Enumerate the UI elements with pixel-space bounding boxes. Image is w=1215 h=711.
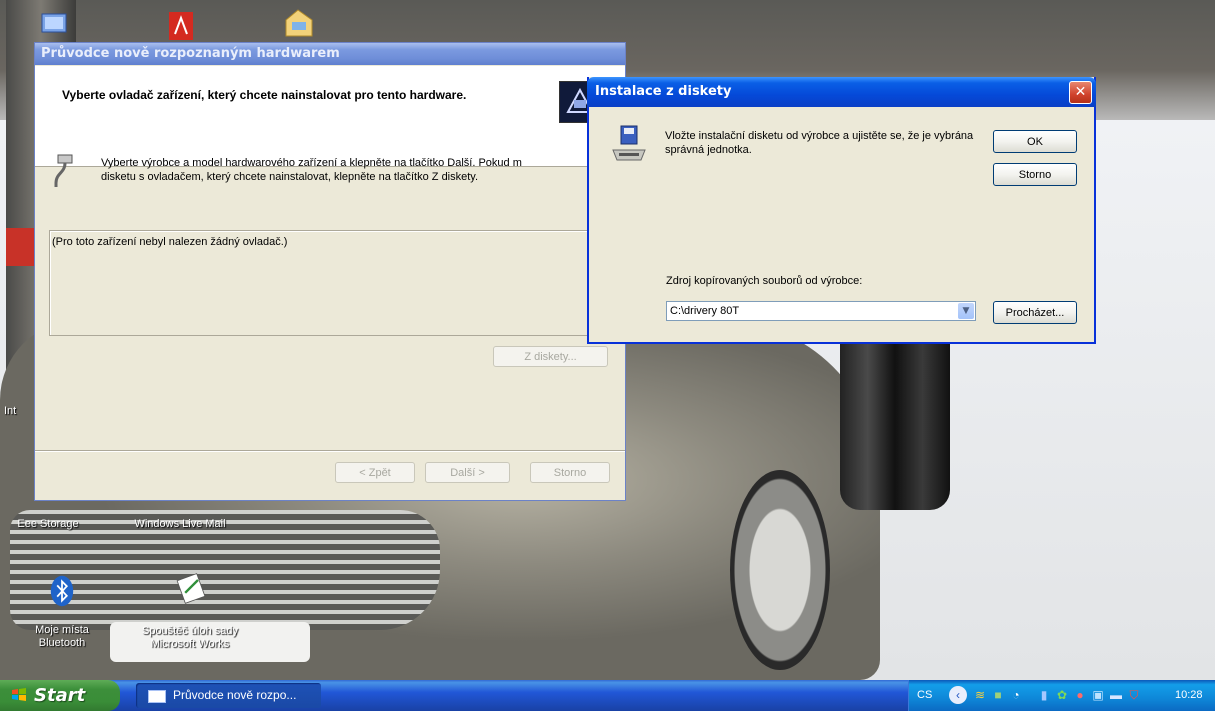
ok-button[interactable]: OK xyxy=(993,130,1077,153)
show-hidden-icons-button[interactable]: ‹ xyxy=(949,686,967,704)
task-launcher-icon xyxy=(176,573,206,604)
device-connector-icon xyxy=(54,154,73,187)
desktop-icon-acrobat[interactable] xyxy=(165,8,197,40)
wizard-description-line: disketu s ovladačem, který chcete nainst… xyxy=(101,171,479,183)
start-button[interactable]: Start xyxy=(0,680,120,711)
wizard-cancel-button[interactable]: Storno xyxy=(530,462,610,483)
next-button[interactable]: Další > xyxy=(425,462,510,483)
safely-remove-hardware-icon[interactable]: ■ xyxy=(991,688,1005,702)
car-wheel-image xyxy=(730,470,830,670)
taskbar-item-label: Průvodce nově rozpo... xyxy=(173,688,297,702)
install-instructions: Vložte instalační disketu od výrobce a u… xyxy=(665,130,974,156)
start-label: Start xyxy=(34,685,86,706)
desktop-icon-folder[interactable] xyxy=(282,6,316,40)
desktop-icon-label: Spouštěč úloh sady Microsoft Works xyxy=(141,625,238,650)
source-label: Zdroj kopírovaných souborů od výrobce: xyxy=(666,275,863,287)
battery-icon[interactable]: ▮ xyxy=(1037,688,1051,702)
source-path-combobox[interactable]: C:\drivery 80T ▼ xyxy=(666,301,976,321)
folder-icon xyxy=(285,9,313,37)
driver-list-message: (Pro toto zařízení nebyl nalezen žádný o… xyxy=(52,236,288,248)
desktop-icon-works-task-launcher[interactable]: Spouštěč úloh sady Microsoft Works xyxy=(135,572,245,651)
desktop-icon-label: Windows Live Mail xyxy=(134,518,226,530)
install-dialog-title: Instalace z diskety xyxy=(595,84,732,99)
taskbar-item-wizard[interactable]: Průvodce nově rozpo... xyxy=(136,683,321,708)
language-indicator[interactable]: CS xyxy=(917,689,932,701)
adobe-reader-icon xyxy=(169,12,193,40)
desktop-icon-bluetooth[interactable]: Moje místa Bluetooth xyxy=(18,575,106,650)
desktop-icon-label: Moje místa Bluetooth xyxy=(35,624,89,649)
wizard-header: Vyberte ovladač zařízení, který chcete n… xyxy=(35,66,625,167)
bluetooth-icon xyxy=(50,575,74,607)
taskbar: Start Průvodce nově rozpo... CS ‹ ≋ ■ ◔ … xyxy=(0,680,1215,711)
install-cancel-button[interactable]: Storno xyxy=(993,163,1077,186)
driver-list[interactable]: (Pro toto zařízení nebyl nalezen žádný o… xyxy=(49,230,616,336)
close-icon: ✕ xyxy=(1074,84,1087,100)
install-dialog-titlebar[interactable]: Instalace z diskety ✕ xyxy=(587,77,1096,107)
antivirus-icon[interactable]: ✿ xyxy=(1055,688,1069,702)
from-disk-button[interactable]: Z diskety... xyxy=(493,346,608,367)
clock[interactable]: 10:28 xyxy=(1175,689,1203,701)
network-icon[interactable]: ≋ xyxy=(973,688,987,702)
hardware-wizard-window[interactable]: Průvodce nově rozpoznaným hardwarem Vybe… xyxy=(34,42,626,501)
computer-icon xyxy=(41,13,67,33)
browse-button[interactable]: Procházet... xyxy=(993,301,1077,324)
desktop-icon-label: Eee Storage xyxy=(17,518,79,530)
sound-icon[interactable]: ◔ xyxy=(1009,688,1023,702)
floppy-drive-icon xyxy=(612,125,646,161)
system-tray: CS ‹ ≋ ■ ◔ ▮ ✿ ● ▣ ▬ ⛉ 10:28 xyxy=(908,680,1215,711)
desktop-icon-eee-storage[interactable]: Eee Storage xyxy=(12,500,84,531)
wizard-title: Průvodce nově rozpoznaným hardwarem xyxy=(41,46,340,61)
curtain-image xyxy=(840,330,950,510)
security-alert-icon[interactable]: ⛉ xyxy=(1127,688,1141,702)
desktop-icon-computer[interactable] xyxy=(40,8,72,40)
windows-logo-icon xyxy=(12,688,26,701)
background-detail xyxy=(6,228,36,266)
wizard-titlebar[interactable]: Průvodce nově rozpoznaným hardwarem xyxy=(35,43,625,65)
source-path-value: C:\drivery 80T xyxy=(670,305,740,317)
bluetooth-tray-icon[interactable]: ● xyxy=(1073,688,1087,702)
display-icon[interactable]: ▣ xyxy=(1091,688,1105,702)
close-button[interactable]: ✕ xyxy=(1069,81,1092,104)
wizard-description: Vyberte výrobce a model hardwarového zař… xyxy=(101,156,621,184)
install-from-disk-dialog[interactable]: Instalace z diskety ✕ Vložte instalační … xyxy=(587,77,1096,344)
wizard-description-line: Vyberte výrobce a model hardwarového zař… xyxy=(101,157,522,169)
window-icon xyxy=(148,690,166,703)
chevron-down-icon[interactable]: ▼ xyxy=(958,303,974,319)
wizard-heading: Vyberte ovladač zařízení, který chcete n… xyxy=(62,88,467,102)
wizard-separator xyxy=(35,450,625,452)
monitor-icon[interactable]: ▬ xyxy=(1109,688,1123,702)
back-button[interactable]: < Zpět xyxy=(335,462,415,483)
